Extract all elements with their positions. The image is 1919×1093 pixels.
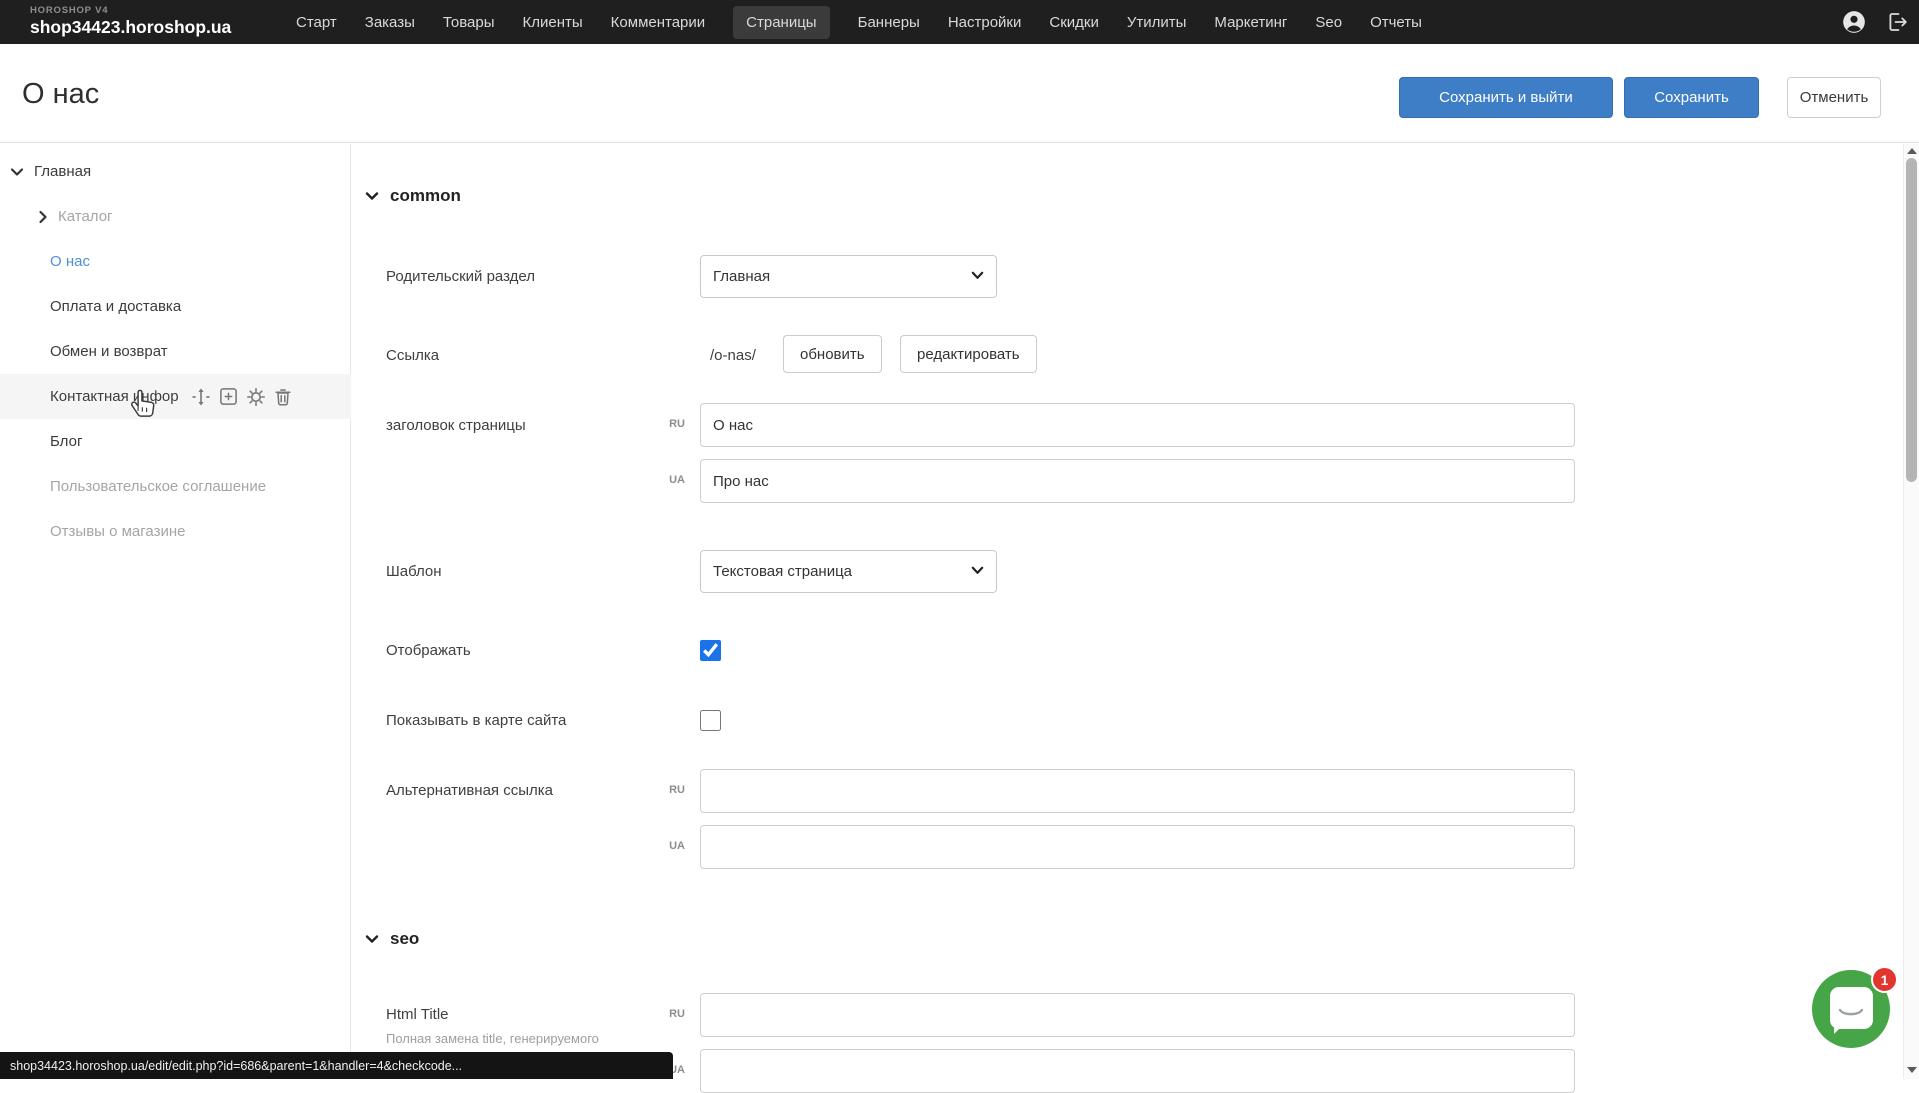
chat-widget-button[interactable]: 1 [1812, 970, 1890, 1048]
nav-item-settings[interactable]: Настройки [948, 6, 1022, 39]
top-navigation-bar: HOROSHOP V4 shop34423.horoshop.ua Старт … [0, 0, 1919, 44]
vertical-scrollbar[interactable] [1903, 144, 1919, 1079]
nav-item-clients[interactable]: Клиенты [523, 6, 583, 39]
lang-badge-ru: RU [655, 784, 685, 796]
page-title: О нас [22, 78, 99, 111]
lang-badge-ua: UA [655, 840, 685, 852]
pages-tree-sidebar: Главная Каталог О нас Оплата и доставка … [0, 144, 351, 1079]
sidebar-item-oplata[interactable]: Оплата и доставка [0, 284, 351, 329]
html-title-ua-input[interactable] [700, 1049, 1575, 1093]
lang-badge-ua: UA [655, 474, 685, 486]
nav-item-start[interactable]: Старт [296, 6, 337, 39]
display-label: Отображать [386, 642, 471, 659]
nav-item-marketing[interactable]: Маркетинг [1214, 6, 1287, 39]
scroll-up-arrow-icon[interactable] [1907, 148, 1917, 154]
sidebar-item-o-nas[interactable]: О нас [0, 239, 351, 284]
html-title-note: Полная замена title, генерируемого [386, 1031, 599, 1046]
brand-domain: shop34423.horoshop.ua [30, 17, 231, 38]
nav-item-seo[interactable]: Seo [1315, 6, 1342, 39]
page-title-ru-input[interactable] [700, 403, 1575, 447]
nav-item-banners[interactable]: Баннеры [858, 6, 920, 39]
scroll-down-arrow-icon[interactable] [1907, 1067, 1917, 1073]
template-select[interactable]: Текстовая страница [700, 550, 997, 593]
nav-item-comments[interactable]: Комментарии [611, 6, 705, 39]
sitemap-checkbox[interactable] [700, 710, 721, 731]
sidebar-item-label: О нас [50, 253, 90, 270]
nav-item-orders[interactable]: Заказы [365, 6, 415, 39]
parent-section-select-wrap: Главная [700, 255, 997, 298]
nav-item-reports[interactable]: Отчеты [1370, 6, 1422, 39]
display-checkbox[interactable] [700, 640, 721, 661]
nav-item-products[interactable]: Товары [443, 6, 495, 39]
parent-section-select[interactable]: Главная [700, 255, 997, 298]
sidebar-item-label: Оплата и доставка [50, 298, 181, 315]
chevron-right-icon [38, 210, 48, 224]
add-icon[interactable] [219, 387, 238, 406]
sitemap-label: Показывать в карте сайта [386, 712, 566, 729]
sidebar-item-otzyvy[interactable]: Отзывы о магазине [0, 509, 351, 554]
brand-version: HOROSHOP V4 [30, 5, 231, 16]
page-title-ua-input[interactable] [700, 459, 1575, 503]
delete-icon[interactable] [274, 387, 292, 407]
nav-item-utilities[interactable]: Утилиты [1127, 6, 1187, 39]
sidebar-item-label: Главная [34, 163, 91, 180]
nav-item-discounts[interactable]: Скидки [1049, 6, 1098, 39]
sidebar-item-soglashenie[interactable]: Пользовательское соглашение [0, 464, 351, 509]
link-refresh-button[interactable]: обновить [783, 335, 882, 373]
chevron-down-icon [365, 191, 379, 201]
section-toggle-seo[interactable]: seo [365, 929, 419, 949]
logout-icon[interactable] [1885, 10, 1909, 34]
sidebar-item-blog[interactable]: Блог [0, 419, 351, 464]
section-title: seo [390, 929, 419, 949]
sidebar-item-label: Блог [50, 433, 82, 450]
chat-bubble-tail [1834, 1025, 1843, 1034]
page-header: О нас Сохранить и выйти Сохранить Отмени… [0, 44, 1919, 143]
chevron-down-icon [365, 934, 379, 944]
alt-link-label: Альтернативная ссылка [386, 782, 553, 799]
parent-section-label: Родительский раздел [386, 268, 535, 285]
chat-unread-badge: 1 [1871, 966, 1898, 993]
section-title: common [390, 186, 461, 206]
brand-logo[interactable]: HOROSHOP V4 shop34423.horoshop.ua [30, 5, 231, 38]
main-nav: Старт Заказы Товары Клиенты Комментарии … [296, 0, 1422, 44]
chat-smile-icon [1838, 1008, 1864, 1020]
link-path: /o-nas/ [710, 347, 756, 364]
link-preview-statusbar: shop34423.horoshop.ua/edit/edit.php?id=6… [0, 1052, 673, 1079]
tree-item-actions [191, 387, 292, 407]
lang-badge-ru: RU [655, 1008, 685, 1020]
scrollbar-thumb[interactable] [1906, 158, 1917, 482]
page-title-field-label: заголовок страницы [386, 417, 526, 434]
template-label: Шаблон [386, 563, 442, 580]
html-title-label: Html Title [386, 1006, 449, 1023]
chevron-down-icon [10, 167, 24, 177]
alt-link-ua-input[interactable] [700, 825, 1575, 869]
sidebar-item-glavnaya[interactable]: Главная [0, 149, 351, 194]
sidebar-item-label: Контактная инфор [50, 388, 179, 405]
sidebar-item-label: Пользовательское соглашение [50, 478, 266, 495]
sidebar-item-label: Отзывы о магазине [50, 523, 185, 540]
sidebar-item-label: Обмен и возврат [50, 343, 168, 360]
cancel-button[interactable]: Отменить [1787, 77, 1881, 118]
link-label: Ссылка [386, 347, 439, 364]
sidebar-item-katalog[interactable]: Каталог [0, 194, 351, 239]
link-edit-button[interactable]: редактировать [900, 335, 1037, 373]
lang-badge-ru: RU [655, 418, 685, 430]
save-button[interactable]: Сохранить [1624, 77, 1759, 118]
topbar-icons [1841, 0, 1909, 44]
sidebar-item-kontaktnaya[interactable]: Контактная инфор [0, 374, 351, 419]
nav-item-pages[interactable]: Страницы [733, 6, 829, 39]
account-icon[interactable] [1841, 9, 1867, 35]
section-toggle-common[interactable]: common [365, 186, 461, 206]
sidebar-item-obmen[interactable]: Обмен и возврат [0, 329, 351, 374]
save-and-exit-button[interactable]: Сохранить и выйти [1399, 77, 1613, 118]
move-icon[interactable] [191, 387, 211, 407]
statusbar-url: shop34423.horoshop.ua/edit/edit.php?id=6… [10, 1059, 462, 1073]
template-select-wrap: Текстовая страница [700, 550, 997, 593]
sidebar-item-label: Каталог [58, 208, 113, 225]
settings-icon[interactable] [246, 387, 266, 407]
html-title-ru-input[interactable] [700, 993, 1575, 1037]
alt-link-ru-input[interactable] [700, 769, 1575, 813]
